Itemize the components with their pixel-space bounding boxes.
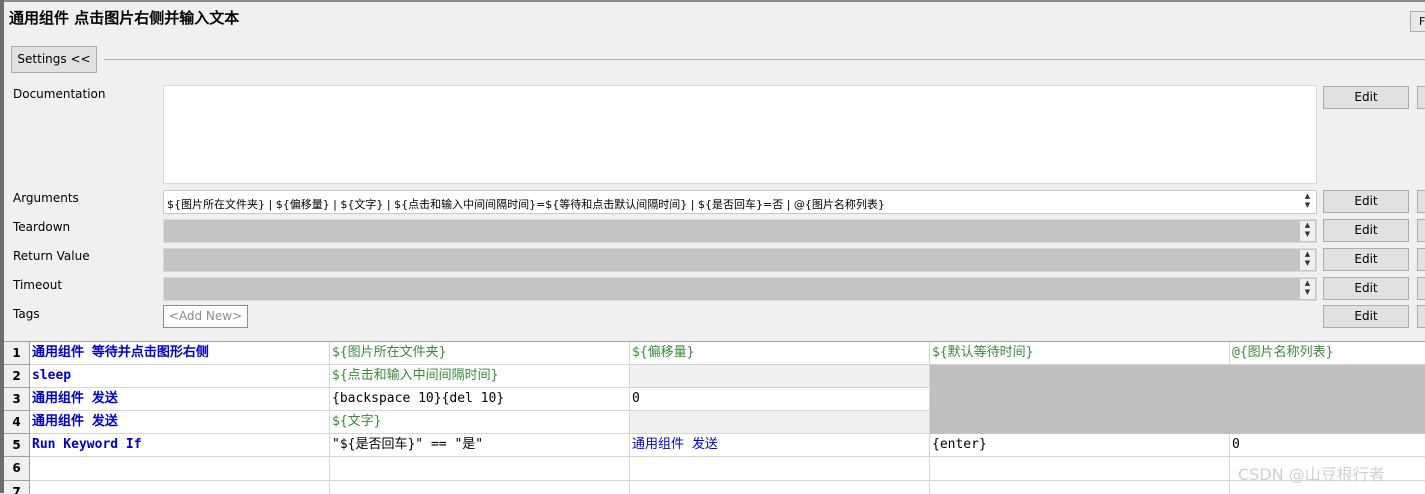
documentation-label: Documentation [13, 87, 106, 101]
grid-cell[interactable]: ${偏移量} [630, 342, 930, 365]
grid-cell[interactable]: "${是否回车}" == "是" [330, 434, 630, 457]
teardown-field[interactable]: ▲ ▼ [163, 219, 1317, 243]
timeout-field[interactable]: ▲ ▼ [163, 277, 1317, 301]
grid-cell[interactable]: 0 [630, 388, 930, 411]
spin-down-icon[interactable]: ▼ [1305, 288, 1310, 296]
spin-up-icon[interactable]: ▲ [1305, 250, 1310, 258]
grid-cell[interactable] [630, 365, 930, 388]
grid-cell[interactable]: ${默认等待时间} [930, 342, 1230, 365]
row-number[interactable]: 1 [4, 342, 30, 365]
grid-cell[interactable]: {enter} [930, 434, 1230, 457]
tags-edit-button[interactable]: Edit [1323, 305, 1409, 328]
spin-up-icon[interactable]: ▲ [1305, 221, 1310, 229]
corner-button[interactable]: F [1410, 11, 1425, 32]
grid-cell[interactable] [630, 457, 930, 481]
arguments-value: ${图片所在文件夹} | ${偏移量} | ${文字} | ${点击和输入中间间… [167, 198, 885, 211]
arguments-label: Arguments [13, 191, 79, 205]
spin-up-icon[interactable]: ▲ [1305, 192, 1310, 200]
row-number[interactable]: 3 [4, 388, 30, 411]
timeout-label: Timeout [13, 278, 63, 292]
grid-cell[interactable]: {backspace 10}{del 10} [330, 388, 630, 411]
grid-cell[interactable] [30, 481, 330, 494]
spin-down-icon[interactable]: ▼ [1305, 201, 1310, 209]
grid-cell[interactable]: ${点击和输入中间间隔时间} [330, 365, 630, 388]
teardown-label: Teardown [13, 220, 71, 234]
arguments-field[interactable]: ${图片所在文件夹} | ${偏移量} | ${文字} | ${点击和输入中间间… [163, 190, 1317, 214]
spin-down-icon[interactable]: ▼ [1305, 230, 1310, 238]
return-value-field[interactable]: ▲ ▼ [163, 248, 1317, 272]
grid-cell[interactable] [930, 481, 1230, 494]
return-value-spin[interactable]: ▲ ▼ [1300, 250, 1315, 270]
grid-cell[interactable] [330, 457, 630, 481]
tags-extra-button[interactable] [1417, 305, 1425, 328]
keyword-grid[interactable]: 1 通用组件 等待并点击图形右侧 ${图片所在文件夹} ${偏移量} ${默认等… [4, 341, 1425, 494]
tags-add-new[interactable]: <Add New> [163, 305, 248, 328]
spin-up-icon[interactable]: ▲ [1305, 279, 1310, 287]
row-number[interactable]: 5 [4, 434, 30, 457]
timeout-edit-button[interactable]: Edit [1323, 277, 1409, 300]
window-top-border [0, 0, 1425, 2]
row-number[interactable]: 7 [4, 481, 30, 494]
grid-cell[interactable]: 通用组件 发送 [630, 434, 930, 457]
settings-toggle-button[interactable]: Settings << [11, 46, 97, 73]
documentation-extra-button[interactable] [1417, 86, 1425, 109]
row-number[interactable]: 2 [4, 365, 30, 388]
grid-cell[interactable] [630, 411, 930, 434]
settings-divider [104, 59, 1425, 60]
timeout-spin[interactable]: ▲ ▼ [1300, 279, 1315, 299]
grid-cell[interactable]: ${图片所在文件夹} [330, 342, 630, 365]
timeout-extra-button[interactable] [1417, 277, 1425, 300]
row-number[interactable]: 6 [4, 457, 30, 481]
return-value-edit-button[interactable]: Edit [1323, 248, 1409, 271]
grid-cell[interactable]: 通用组件 发送 [30, 388, 330, 411]
grid-cell[interactable]: 通用组件 发送 [30, 411, 330, 434]
teardown-spin[interactable]: ▲ ▼ [1300, 221, 1315, 241]
arguments-edit-button[interactable]: Edit [1323, 190, 1409, 213]
grid-cell[interactable]: 0 [1230, 434, 1425, 457]
spin-down-icon[interactable]: ▼ [1305, 259, 1310, 267]
grid-disabled-block [930, 365, 1425, 434]
teardown-extra-button[interactable] [1417, 219, 1425, 242]
tags-label: Tags [13, 307, 40, 321]
row-number[interactable]: 4 [4, 411, 30, 434]
return-value-label: Return Value [13, 249, 90, 263]
grid-cell[interactable]: 通用组件 等待并点击图形右侧 [30, 342, 330, 365]
arguments-spin[interactable]: ▲ ▼ [1300, 192, 1315, 212]
page-title: 通用组件 点击图片右侧并输入文本 [9, 9, 240, 27]
documentation-field[interactable] [163, 85, 1317, 184]
grid-cell[interactable]: Run Keyword If [30, 434, 330, 457]
grid-cell[interactable] [30, 457, 330, 481]
arguments-extra-button[interactable] [1417, 190, 1425, 213]
teardown-edit-button[interactable]: Edit [1323, 219, 1409, 242]
grid-cell[interactable] [630, 481, 930, 494]
grid-cell[interactable]: @{图片名称列表} [1230, 342, 1425, 365]
grid-cell[interactable]: sleep [30, 365, 330, 388]
grid-cell[interactable] [330, 481, 630, 494]
grid-cell[interactable] [930, 457, 1230, 481]
grid-cell[interactable]: ${文字} [330, 411, 630, 434]
watermark: CSDN @山豆根行者 [1238, 465, 1385, 484]
documentation-edit-button[interactable]: Edit [1323, 86, 1409, 109]
return-value-extra-button[interactable] [1417, 248, 1425, 271]
